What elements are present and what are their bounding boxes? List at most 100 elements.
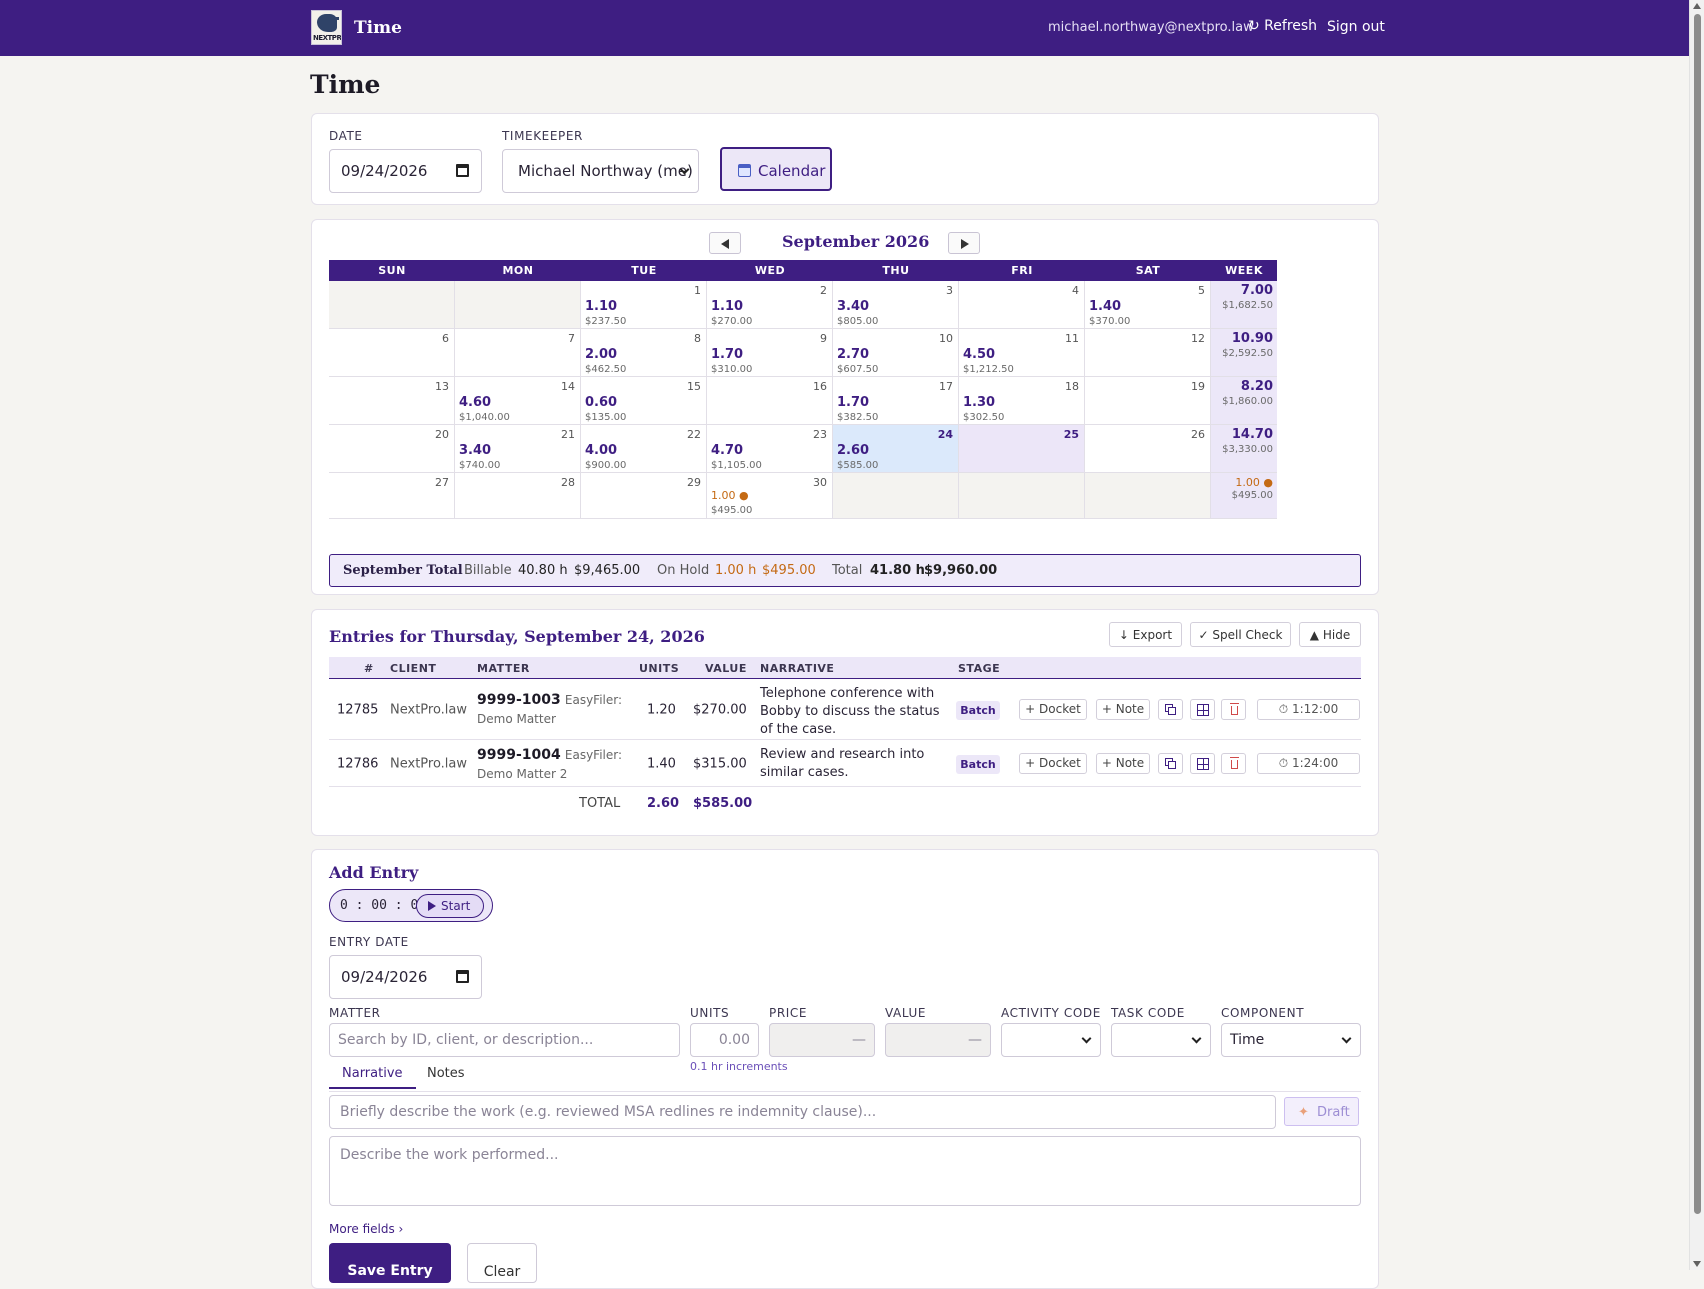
day-number: 11: [1065, 332, 1079, 345]
entry-timer[interactable]: ⏱ 1:12:00: [1257, 699, 1360, 720]
week-hours: 8.20: [1240, 379, 1273, 394]
calendar-day-cell[interactable]: 11 4.50 $1,212.50: [959, 329, 1085, 377]
tab-narrative[interactable]: Narrative: [329, 1066, 416, 1089]
prev-month-button[interactable]: [709, 232, 741, 254]
calendar-day-cell[interactable]: 5 1.40 $370.00: [1085, 281, 1211, 329]
calendar-day-cell[interactable]: 13: [329, 377, 455, 425]
task-code-select[interactable]: [1111, 1023, 1211, 1057]
add-docket-button[interactable]: + Docket: [1019, 753, 1087, 774]
start-timer-button[interactable]: Start: [416, 894, 484, 918]
billable-hours: 40.80 h: [518, 563, 568, 578]
price-label: PRICE: [769, 1006, 808, 1020]
calendar-day-cell[interactable]: 4: [959, 281, 1085, 329]
scroll-thumb[interactable]: [1694, 14, 1701, 1214]
calendar-day-cell[interactable]: 25: [959, 425, 1085, 473]
col-narrative: NARRATIVE: [760, 662, 835, 675]
split-button[interactable]: [1190, 699, 1215, 720]
calendar-day-cell[interactable]: 24 2.60 $585.00: [833, 425, 959, 473]
units-input[interactable]: 0.00: [690, 1023, 759, 1057]
hide-button[interactable]: ▲ Hide: [1299, 622, 1361, 647]
on-hold-label: On Hold: [657, 563, 710, 578]
narrative-textarea[interactable]: Describe the work performed...: [329, 1136, 1361, 1206]
day-amount: $462.50: [585, 364, 627, 375]
calendar-day-cell[interactable]: 8 2.00 $462.50: [581, 329, 707, 377]
brief-narrative-input[interactable]: Briefly describe the work (e.g. reviewed…: [329, 1095, 1276, 1129]
calendar-day-cell[interactable]: 1 1.10 $237.50: [581, 281, 707, 329]
calendar-day-cell[interactable]: 15 0.60 $135.00: [581, 377, 707, 425]
sign-out-link[interactable]: Sign out: [1327, 19, 1385, 35]
calendar-day-cell[interactable]: 27: [329, 473, 455, 519]
calendar-day-cell[interactable]: 22 4.00 $900.00: [581, 425, 707, 473]
calendar-day-cell[interactable]: 2 1.10 $270.00: [707, 281, 833, 329]
entry-matter[interactable]: 9999-1004 EasyFiler: Demo Matter 2: [477, 746, 627, 784]
tab-notes[interactable]: Notes: [414, 1066, 478, 1087]
delete-button[interactable]: [1221, 753, 1246, 774]
spell-check-button[interactable]: ✓ Spell Check: [1190, 622, 1291, 647]
calendar-day-cell[interactable]: 18 1.30 $302.50: [959, 377, 1085, 425]
ai-draft-button[interactable]: ✦ Draft: [1284, 1097, 1359, 1126]
calendar-day-cell[interactable]: 16: [707, 377, 833, 425]
calendar-day-cell[interactable]: 19: [1085, 377, 1211, 425]
calendar-icon[interactable]: [456, 970, 469, 983]
calendar-day-cell[interactable]: 29: [581, 473, 707, 519]
day-number: 8: [694, 332, 701, 345]
entry-matter[interactable]: 9999-1003 EasyFiler: Demo Matter: [477, 691, 627, 729]
calendar-day-cell[interactable]: 23 4.70 $1,105.00: [707, 425, 833, 473]
day-hours: 4.50: [963, 347, 996, 362]
duplicate-button[interactable]: [1158, 753, 1183, 774]
timekeeper-select[interactable]: Michael Northway (me): [502, 149, 699, 193]
entry-timer[interactable]: ⏱ 1:24:00: [1257, 753, 1360, 774]
export-button[interactable]: ↓ Export: [1109, 622, 1182, 647]
day-amount: $1,212.50: [963, 364, 1014, 375]
entry-date-input[interactable]: 09/24/2026: [329, 955, 482, 999]
day-hours: 3.40: [837, 299, 870, 314]
table-row[interactable]: 12786 NextPro.law 9999-1004 EasyFiler: D…: [329, 741, 1361, 787]
date-input[interactable]: 09/24/2026: [329, 149, 482, 193]
calendar-button[interactable]: Calendar: [720, 147, 832, 191]
calendar-day-cell[interactable]: 28: [455, 473, 581, 519]
entry-narrative[interactable]: Review and research into similar cases.: [760, 746, 945, 782]
calendar-day-cell[interactable]: 10 2.70 $607.50: [833, 329, 959, 377]
calendar-day-cell[interactable]: 9 1.70 $310.00: [707, 329, 833, 377]
add-note-button[interactable]: + Note: [1096, 699, 1150, 720]
calendar-icon[interactable]: [456, 164, 469, 177]
calendar-day-cell[interactable]: 3 3.40 $805.00: [833, 281, 959, 329]
matter-search-input[interactable]: Search by ID, client, or description...: [329, 1023, 680, 1057]
save-entry-button[interactable]: Save Entry: [329, 1243, 451, 1283]
calendar-day-cell[interactable]: 30 1.00 ● $495.00: [707, 473, 833, 519]
duplicate-button[interactable]: [1158, 699, 1183, 720]
activity-code-select[interactable]: [1001, 1023, 1101, 1057]
calendar-day-cell[interactable]: 20: [329, 425, 455, 473]
scroll-down-arrow[interactable]: [1693, 1261, 1701, 1267]
delete-button[interactable]: [1221, 699, 1246, 720]
calendar-day-cell[interactable]: 26: [1085, 425, 1211, 473]
entry-value: $270.00: [693, 702, 747, 717]
calendar-day-cell[interactable]: 7: [455, 329, 581, 377]
calendar-col-header: FRI: [1011, 264, 1033, 277]
entry-narrative[interactable]: Telephone conference with Bobby to discu…: [760, 685, 945, 739]
more-fields-link[interactable]: More fields ›: [329, 1222, 403, 1236]
split-button[interactable]: [1190, 753, 1215, 774]
table-row[interactable]: 12785 NextPro.law 9999-1003 EasyFiler: D…: [329, 680, 1361, 740]
component-select[interactable]: Time: [1221, 1023, 1361, 1057]
add-note-button[interactable]: + Note: [1096, 753, 1150, 774]
calendar-day-cell[interactable]: 14 4.60 $1,040.00: [455, 377, 581, 425]
task-code-label: TASK CODE: [1111, 1006, 1185, 1020]
calendar-grid: 1 1.10 $237.50 2 1.10 $270.00 3 3.40 $805.00 4 5 1.…: [329, 281, 1277, 519]
nextpro-logo[interactable]: NEXTPRO: [311, 10, 342, 45]
day-number: 7: [568, 332, 575, 345]
scroll-up-arrow[interactable]: [1693, 3, 1701, 9]
calendar-day-cell[interactable]: 17 1.70 $382.50: [833, 377, 959, 425]
calendar-day-cell[interactable]: 6: [329, 329, 455, 377]
total-amount: $9,960.00: [924, 563, 998, 578]
page-scrollbar[interactable]: [1689, 0, 1704, 1270]
week-hours: 7.00: [1240, 283, 1273, 298]
clear-button[interactable]: Clear: [467, 1243, 537, 1283]
refresh-button[interactable]: ↻ Refresh: [1248, 18, 1317, 34]
calendar-day-cell[interactable]: 12: [1085, 329, 1211, 377]
week-hours: 1.00 ●: [1235, 476, 1273, 489]
add-docket-button[interactable]: + Docket: [1019, 699, 1087, 720]
app-name[interactable]: Time: [354, 18, 402, 38]
calendar-day-cell[interactable]: 21 3.40 $740.00: [455, 425, 581, 473]
next-month-button[interactable]: [948, 232, 980, 254]
